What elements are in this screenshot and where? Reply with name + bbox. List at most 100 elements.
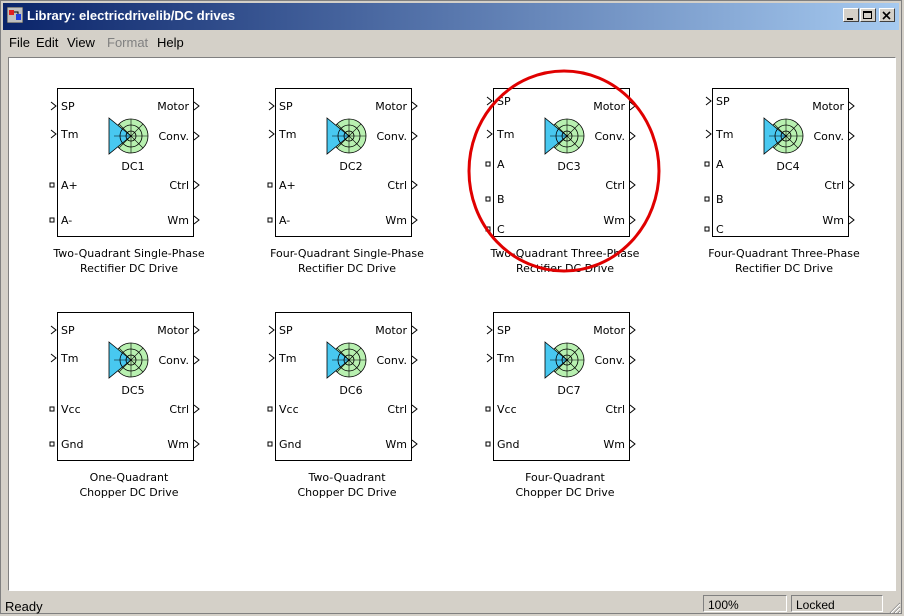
menu-view[interactable]: View bbox=[67, 35, 95, 50]
electrical-port-icon[interactable] bbox=[49, 441, 55, 447]
electrical-port-icon[interactable] bbox=[49, 217, 55, 223]
output-port-arrow-icon[interactable] bbox=[848, 131, 855, 141]
output-port-arrow-icon[interactable] bbox=[411, 439, 418, 449]
output-port-label: Ctrl bbox=[169, 403, 189, 416]
input-port-arrow-icon[interactable] bbox=[486, 353, 493, 363]
input-port-label: A bbox=[716, 158, 724, 171]
input-port-arrow-icon[interactable] bbox=[268, 101, 275, 111]
output-port-arrow-icon[interactable] bbox=[848, 180, 855, 190]
input-port-label: B bbox=[716, 193, 724, 206]
electrical-port-icon[interactable] bbox=[485, 441, 491, 447]
output-port-arrow-icon[interactable] bbox=[629, 439, 636, 449]
output-port-arrow-icon[interactable] bbox=[193, 355, 200, 365]
electrical-port-icon[interactable] bbox=[704, 161, 710, 167]
menu-edit[interactable]: Edit bbox=[36, 35, 58, 50]
output-port-label: Wm bbox=[822, 214, 844, 227]
output-port-arrow-icon[interactable] bbox=[848, 215, 855, 225]
output-port-arrow-icon[interactable] bbox=[629, 325, 636, 335]
electrical-port-icon[interactable] bbox=[267, 406, 273, 412]
output-port-arrow-icon[interactable] bbox=[411, 101, 418, 111]
caption-line-1: One-Quadrant bbox=[89, 471, 169, 484]
title-bar[interactable]: Library: electricdrivelib/DC drives bbox=[3, 3, 899, 30]
close-button[interactable] bbox=[879, 8, 895, 22]
dc-motor-icon bbox=[763, 117, 804, 155]
block-caption[interactable]: Two-Quadrant Chopper DC Drive bbox=[252, 470, 442, 500]
input-port-arrow-icon[interactable] bbox=[50, 129, 57, 139]
menu-format[interactable]: Format bbox=[107, 35, 148, 50]
input-port-arrow-icon[interactable] bbox=[50, 101, 57, 111]
input-port-arrow-icon[interactable] bbox=[268, 325, 275, 335]
input-port-arrow-icon[interactable] bbox=[705, 96, 712, 106]
output-port-arrow-icon[interactable] bbox=[411, 131, 418, 141]
block-caption[interactable]: Four-Quadrant Single-Phase Rectifier DC D… bbox=[252, 246, 442, 276]
input-port-arrow-icon[interactable] bbox=[268, 129, 275, 139]
output-port-arrow-icon[interactable] bbox=[193, 180, 200, 190]
input-port-arrow-icon[interactable] bbox=[486, 325, 493, 335]
input-port-arrow-icon[interactable] bbox=[50, 325, 57, 335]
resize-grip-icon[interactable] bbox=[887, 600, 901, 614]
close-icon bbox=[882, 11, 891, 20]
output-port-label: Motor bbox=[375, 100, 407, 113]
dc-motor-icon bbox=[108, 341, 149, 379]
electrical-port-icon[interactable] bbox=[267, 217, 273, 223]
drive-block-dc1[interactable]: SP Tm A+ A- Motor Conv. Ctrl Wm DC1 Two-Quadrant … bbox=[49, 88, 209, 278]
output-port-arrow-icon[interactable] bbox=[411, 215, 418, 225]
output-port-arrow-icon[interactable] bbox=[629, 404, 636, 414]
drive-block-dc5[interactable]: SP Tm Vcc Gnd Motor Conv. Ctrl Wm DC5 One-Quadran… bbox=[49, 312, 209, 502]
output-port-label: Wm bbox=[603, 438, 625, 451]
input-port-label: Vcc bbox=[279, 403, 299, 416]
output-port-label: Ctrl bbox=[387, 179, 407, 192]
electrical-port-icon[interactable] bbox=[49, 406, 55, 412]
electrical-port-icon[interactable] bbox=[704, 226, 710, 232]
output-port-label: Wm bbox=[385, 438, 407, 451]
electrical-port-icon[interactable] bbox=[267, 441, 273, 447]
input-port-arrow-icon[interactable] bbox=[268, 353, 275, 363]
block-name-label: DC7 bbox=[557, 384, 580, 397]
input-port-arrow-icon[interactable] bbox=[50, 353, 57, 363]
electrical-port-icon[interactable] bbox=[267, 182, 273, 188]
block-caption[interactable]: Four-Quadrant Chopper DC Drive bbox=[470, 470, 660, 500]
electrical-port-icon[interactable] bbox=[485, 406, 491, 412]
input-port-arrow-icon[interactable] bbox=[705, 129, 712, 139]
drive-block-dc2[interactable]: SP Tm A+ A- Motor Conv. Ctrl Wm DC2 Four-Quadrant… bbox=[267, 88, 427, 278]
output-port-arrow-icon[interactable] bbox=[629, 355, 636, 365]
output-port-arrow-icon[interactable] bbox=[411, 355, 418, 365]
output-port-label: Conv. bbox=[594, 354, 625, 367]
menu-file[interactable]: File bbox=[9, 35, 30, 50]
input-port-label: SP bbox=[61, 100, 75, 113]
output-port-label: Motor bbox=[375, 324, 407, 337]
output-port-arrow-icon[interactable] bbox=[193, 215, 200, 225]
drive-block-dc6[interactable]: SP Tm Vcc Gnd Motor Conv. Ctrl Wm DC6 Two-Quadran… bbox=[267, 312, 427, 502]
output-port-arrow-icon[interactable] bbox=[193, 404, 200, 414]
output-port-label: Conv. bbox=[376, 130, 407, 143]
output-port-arrow-icon[interactable] bbox=[411, 180, 418, 190]
input-port-label: A+ bbox=[279, 179, 296, 192]
input-port-label: SP bbox=[61, 324, 75, 337]
output-port-label: Motor bbox=[157, 324, 189, 337]
electrical-port-icon[interactable] bbox=[704, 196, 710, 202]
input-port-label: Tm bbox=[715, 128, 733, 141]
drive-block-dc4[interactable]: SP Tm A B C Motor Conv. Ctrl Wm DC4 Four-Quadrant … bbox=[704, 88, 864, 278]
dc-motor-icon bbox=[544, 341, 585, 379]
block-caption[interactable]: Two-Quadrant Single-Phase Rectifier DC Dr… bbox=[34, 246, 224, 276]
maximize-button[interactable] bbox=[860, 8, 876, 22]
drive-block-dc7[interactable]: SP Tm Vcc Gnd Motor Conv. Ctrl Wm DC7 Four-Quadra… bbox=[485, 312, 645, 502]
output-port-arrow-icon[interactable] bbox=[193, 325, 200, 335]
zoom-level: 100% bbox=[703, 595, 787, 612]
output-port-arrow-icon[interactable] bbox=[193, 101, 200, 111]
block-graphic: SP Tm Vcc Gnd Motor Conv. Ctrl Wm DC7 bbox=[485, 312, 636, 461]
model-canvas[interactable]: SP Tm A+ A- Motor Conv. Ctrl Wm DC1 Two-Quadrant … bbox=[8, 57, 896, 591]
output-port-arrow-icon[interactable] bbox=[411, 325, 418, 335]
output-port-arrow-icon[interactable] bbox=[193, 131, 200, 141]
output-port-arrow-icon[interactable] bbox=[848, 101, 855, 111]
menu-help[interactable]: Help bbox=[157, 35, 184, 50]
output-port-label: Ctrl bbox=[169, 179, 189, 192]
block-caption[interactable]: One-Quadrant Chopper DC Drive bbox=[34, 470, 224, 500]
block-caption[interactable]: Four-Quadrant Three-Phase Rectifier DC Dr… bbox=[689, 246, 879, 276]
output-port-arrow-icon[interactable] bbox=[411, 404, 418, 414]
electrical-port-icon[interactable] bbox=[49, 182, 55, 188]
caption-line-2: Rectifier DC Drive bbox=[79, 262, 179, 275]
output-port-arrow-icon[interactable] bbox=[193, 439, 200, 449]
minimize-button[interactable] bbox=[843, 8, 859, 22]
input-port-label: Gnd bbox=[61, 438, 83, 451]
